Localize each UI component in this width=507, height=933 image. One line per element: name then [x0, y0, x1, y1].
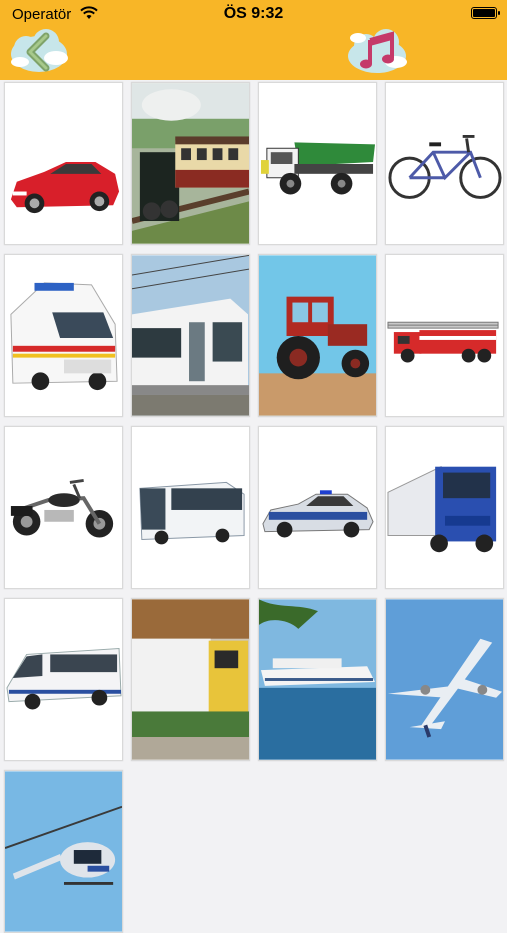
vehicle-tile-dump-truck[interactable] — [258, 82, 377, 245]
bicycle-icon — [388, 134, 502, 199]
vehicle-tile-airplane[interactable] — [385, 598, 504, 761]
vehicle-tile-police-car[interactable] — [258, 426, 377, 589]
vehicle-tile-bus[interactable] — [131, 426, 250, 589]
vehicle-tile-minibus[interactable] — [4, 598, 123, 761]
garbage-truck-icon — [132, 599, 249, 760]
vehicle-tile-tram[interactable] — [131, 254, 250, 417]
back-arrow-icon — [11, 29, 68, 72]
vehicle-tile-tractor[interactable] — [258, 254, 377, 417]
vehicle-tile-sports-car[interactable] — [4, 82, 123, 245]
vehicle-tile-ambulance[interactable] — [4, 254, 123, 417]
vehicle-tile-motorcycle[interactable] — [4, 426, 123, 589]
music-button[interactable] — [344, 26, 410, 76]
fire-truck-icon — [387, 321, 499, 363]
ship-icon — [259, 599, 376, 760]
bus-icon — [139, 481, 245, 545]
train-icon — [132, 83, 249, 244]
back-button[interactable] — [6, 26, 72, 76]
tram-icon — [132, 255, 249, 416]
vehicle-tile-helicopter[interactable] — [4, 770, 123, 933]
music-note-icon — [348, 29, 407, 73]
vehicle-tile-bicycle[interactable] — [385, 82, 504, 245]
status-bar: Operatör ÖS 9:32 — [0, 0, 507, 28]
vehicle-tile-cruise-ship[interactable] — [258, 598, 377, 761]
vehicle-tile-steam-train[interactable] — [131, 82, 250, 245]
vehicle-tile-fire-truck[interactable] — [385, 254, 504, 417]
battery-icon — [471, 7, 500, 19]
ambulance-icon — [10, 282, 118, 391]
airplane-icon — [386, 599, 503, 760]
vehicle-grid — [4, 82, 504, 933]
vehicle-tile-garbage-truck[interactable] — [131, 598, 250, 761]
tractor-icon — [259, 255, 376, 416]
motorcycle-icon — [10, 479, 114, 538]
police-car-icon — [262, 490, 374, 538]
helicopter-icon — [5, 771, 122, 932]
green-truck-icon — [260, 142, 376, 195]
minibus-icon — [6, 648, 122, 710]
vehicle-tile-lorry[interactable] — [385, 426, 504, 589]
red-car-icon — [10, 162, 120, 214]
blue-lorry-icon — [387, 465, 497, 553]
clock: ÖS 9:32 — [223, 5, 284, 22]
